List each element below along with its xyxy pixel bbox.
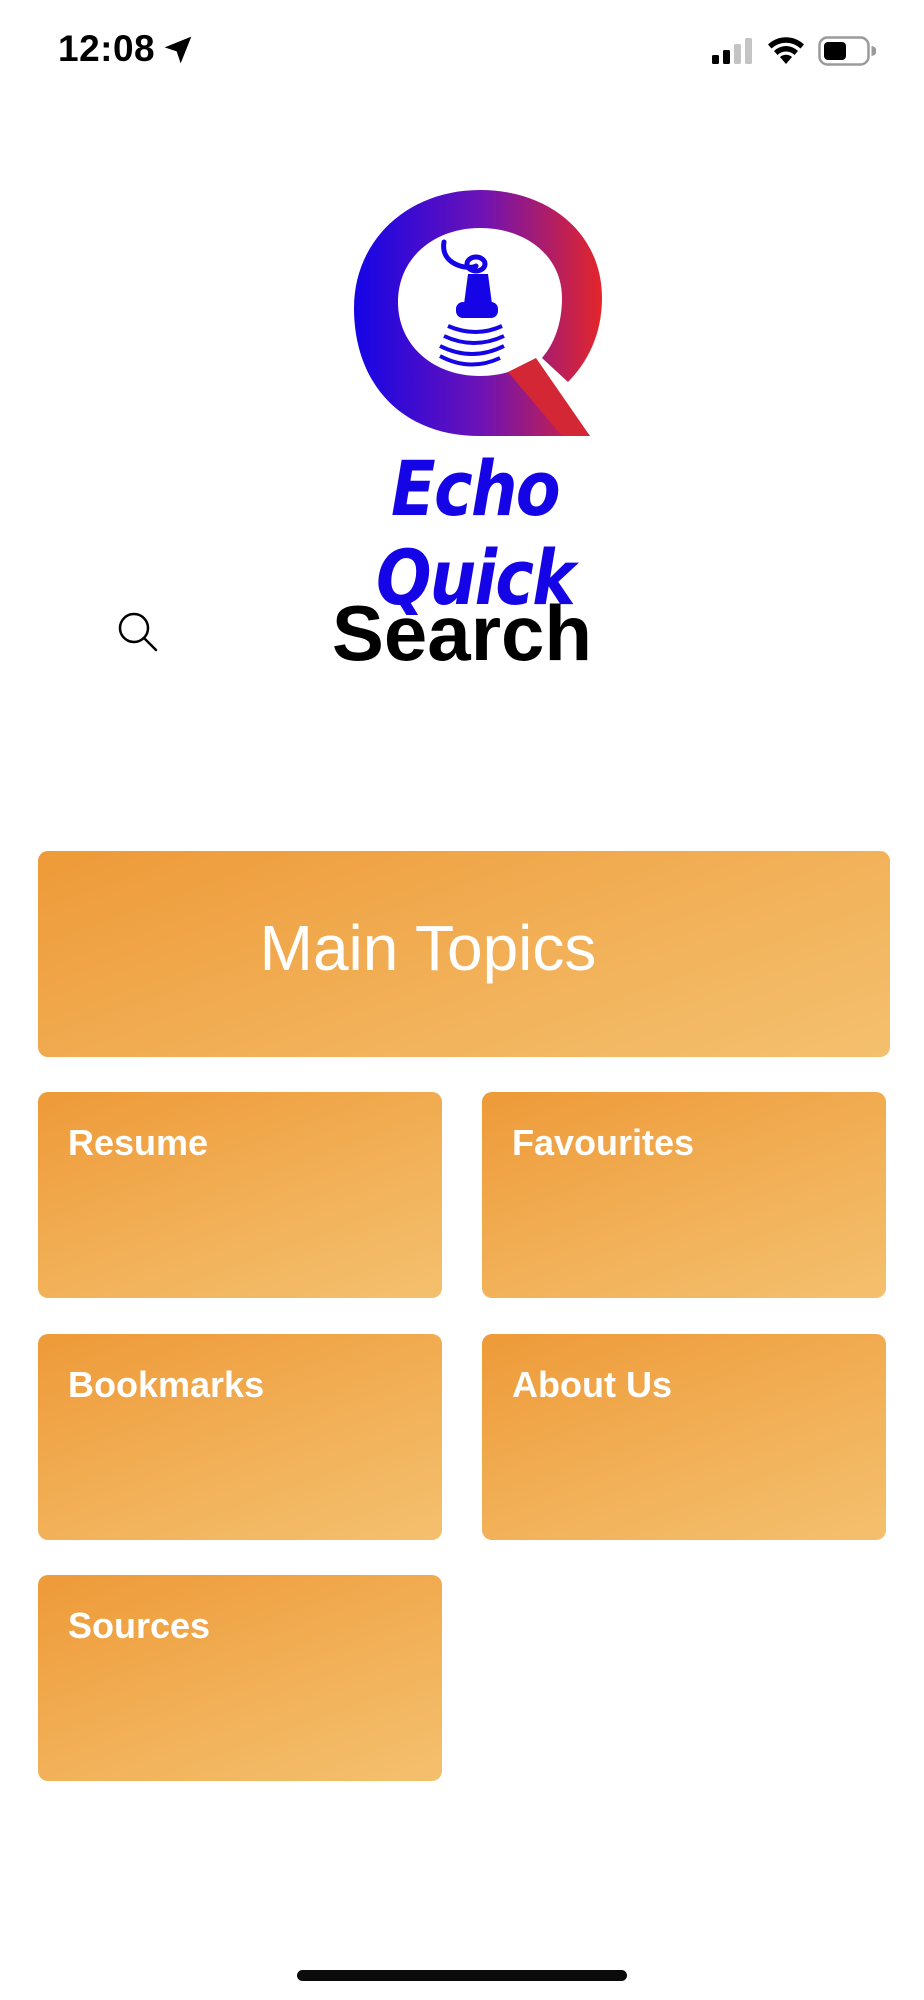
wifi-icon [768, 37, 804, 64]
sources-tile[interactable]: Sources [38, 1575, 442, 1781]
home-screen: 12:08 Echo Quick Search Main Topics Resu… [0, 0, 924, 2000]
favourites-tile[interactable]: Favourites [482, 1092, 886, 1298]
bookmarks-tile[interactable]: Bookmarks [38, 1334, 442, 1540]
status-bar: 12:08 [0, 0, 924, 100]
resume-label: Resume [68, 1122, 209, 1163]
main-topics-label: Main Topics [259, 912, 597, 984]
about-us-tile[interactable]: About Us [482, 1334, 886, 1540]
echo-quick-logo-icon [354, 190, 602, 436]
sources-label: Sources [68, 1605, 211, 1646]
bookmarks-label: Bookmarks [68, 1364, 265, 1405]
resume-tile[interactable]: Resume [38, 1092, 442, 1298]
cellular-signal-icon [712, 38, 752, 64]
favourites-label: Favourites [512, 1122, 695, 1163]
status-time: 12:08 [58, 28, 156, 69]
home-indicator[interactable] [297, 1970, 627, 1981]
location-arrow-icon [164, 36, 192, 64]
main-topics-tile[interactable]: Main Topics [38, 851, 890, 1057]
search-row: Search [0, 580, 924, 690]
search-button[interactable]: Search [0, 588, 924, 679]
app-logo: Echo Quick [290, 186, 660, 622]
battery-icon [818, 36, 876, 66]
about-us-label: About Us [512, 1364, 672, 1405]
